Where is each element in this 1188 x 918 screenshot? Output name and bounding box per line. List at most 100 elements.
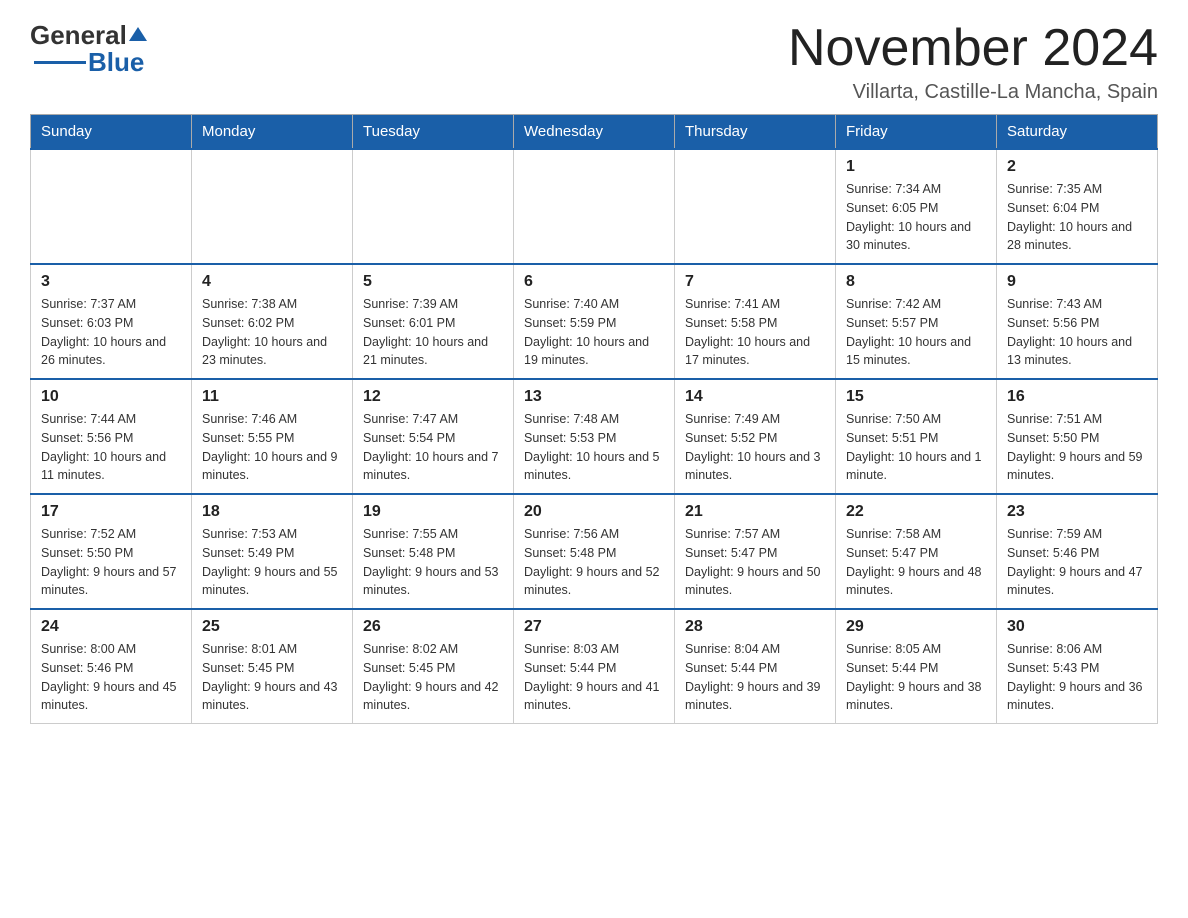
calendar-header-sunday: Sunday [31, 115, 192, 150]
day-info: Sunrise: 7:43 AM Sunset: 5:56 PM Dayligh… [1007, 295, 1147, 370]
calendar-cell: 29Sunrise: 8:05 AM Sunset: 5:44 PM Dayli… [836, 609, 997, 724]
day-number: 10 [41, 388, 181, 406]
calendar-cell: 16 Sunrise: 7:51 AM Sunset: 5:50 PM Dayli… [997, 379, 1158, 494]
calendar-cell: 25 Sunrise: 8:01 AM Sunset: 5:45 PM Dayli… [192, 609, 353, 724]
day-info: Sunrise: 8:06 AM Sunset: 5:43 PM Dayligh… [1007, 640, 1147, 715]
calendar-cell: 5Sunrise: 7:39 AM Sunset: 6:01 PM Daylig… [353, 264, 514, 379]
day-number: 30 [1007, 618, 1147, 636]
day-info: Sunrise: 8:00 AM Sunset: 5:46 PM Dayligh… [41, 640, 181, 715]
calendar-cell: 24 Sunrise: 8:00 AM Sunset: 5:46 PM Dayli… [31, 609, 192, 724]
calendar-cell: 14 Sunrise: 7:49 AM Sunset: 5:52 PM Dayli… [675, 379, 836, 494]
calendar-cell: 30 Sunrise: 8:06 AM Sunset: 5:43 PM Dayli… [997, 609, 1158, 724]
calendar-header-friday: Friday [836, 115, 997, 150]
calendar-table: SundayMondayTuesdayWednesdayThursdayFrid… [30, 114, 1158, 724]
week-row-1: 1Sunrise: 7:34 AM Sunset: 6:05 PM Daylig… [31, 149, 1158, 264]
subtitle: Villarta, Castille-La Mancha, Spain [788, 81, 1158, 104]
day-number: 11 [202, 388, 342, 406]
calendar-cell: 10Sunrise: 7:44 AM Sunset: 5:56 PM Dayli… [31, 379, 192, 494]
day-number: 29 [846, 618, 986, 636]
day-number: 17 [41, 503, 181, 521]
day-number: 4 [202, 273, 342, 291]
day-info: Sunrise: 7:53 AM Sunset: 5:49 PM Dayligh… [202, 525, 342, 600]
logo-blue-text: Blue [88, 47, 144, 78]
day-number: 14 [685, 388, 825, 406]
day-info: Sunrise: 7:52 AM Sunset: 5:50 PM Dayligh… [41, 525, 181, 600]
day-number: 23 [1007, 503, 1147, 521]
day-info: Sunrise: 7:56 AM Sunset: 5:48 PM Dayligh… [524, 525, 664, 600]
calendar-cell [192, 149, 353, 264]
day-number: 22 [846, 503, 986, 521]
day-info: Sunrise: 7:46 AM Sunset: 5:55 PM Dayligh… [202, 410, 342, 485]
day-number: 2 [1007, 158, 1147, 176]
calendar-header-monday: Monday [192, 115, 353, 150]
day-number: 3 [41, 273, 181, 291]
calendar-header-tuesday: Tuesday [353, 115, 514, 150]
calendar-cell: 22 Sunrise: 7:58 AM Sunset: 5:47 PM Dayli… [836, 494, 997, 609]
day-number: 12 [363, 388, 503, 406]
calendar-cell [31, 149, 192, 264]
main-title: November 2024 [788, 20, 1158, 77]
day-number: 20 [524, 503, 664, 521]
week-row-3: 10Sunrise: 7:44 AM Sunset: 5:56 PM Dayli… [31, 379, 1158, 494]
day-number: 13 [524, 388, 664, 406]
day-number: 8 [846, 273, 986, 291]
calendar-cell: 17 Sunrise: 7:52 AM Sunset: 5:50 PM Dayli… [31, 494, 192, 609]
day-info: Sunrise: 7:38 AM Sunset: 6:02 PM Dayligh… [202, 295, 342, 370]
day-number: 24 [41, 618, 181, 636]
day-number: 26 [363, 618, 503, 636]
day-number: 27 [524, 618, 664, 636]
week-row-5: 24 Sunrise: 8:00 AM Sunset: 5:46 PM Dayli… [31, 609, 1158, 724]
calendar-cell: 19 Sunrise: 7:55 AM Sunset: 5:48 PM Dayli… [353, 494, 514, 609]
day-number: 25 [202, 618, 342, 636]
week-row-4: 17 Sunrise: 7:52 AM Sunset: 5:50 PM Dayli… [31, 494, 1158, 609]
calendar-cell: 15 Sunrise: 7:50 AM Sunset: 5:51 PM Dayli… [836, 379, 997, 494]
day-number: 19 [363, 503, 503, 521]
calendar-cell: 23Sunrise: 7:59 AM Sunset: 5:46 PM Dayli… [997, 494, 1158, 609]
week-row-2: 3 Sunrise: 7:37 AM Sunset: 6:03 PM Daylig… [31, 264, 1158, 379]
day-number: 15 [846, 388, 986, 406]
day-number: 7 [685, 273, 825, 291]
calendar-cell [675, 149, 836, 264]
calendar-cell: 4 Sunrise: 7:38 AM Sunset: 6:02 PM Daylig… [192, 264, 353, 379]
calendar-cell: 7 Sunrise: 7:41 AM Sunset: 5:58 PM Daylig… [675, 264, 836, 379]
logo: General Blue [30, 20, 149, 78]
day-info: Sunrise: 7:40 AM Sunset: 5:59 PM Dayligh… [524, 295, 664, 370]
day-info: Sunrise: 7:57 AM Sunset: 5:47 PM Dayligh… [685, 525, 825, 600]
day-number: 21 [685, 503, 825, 521]
calendar-cell: 13Sunrise: 7:48 AM Sunset: 5:53 PM Dayli… [514, 379, 675, 494]
logo-triangle-icon [127, 23, 149, 45]
day-number: 18 [202, 503, 342, 521]
day-info: Sunrise: 7:51 AM Sunset: 5:50 PM Dayligh… [1007, 410, 1147, 485]
calendar-cell: 2Sunrise: 7:35 AM Sunset: 6:04 PM Daylig… [997, 149, 1158, 264]
calendar-cell: 26 Sunrise: 8:02 AM Sunset: 5:45 PM Dayli… [353, 609, 514, 724]
day-info: Sunrise: 7:55 AM Sunset: 5:48 PM Dayligh… [363, 525, 503, 600]
day-info: Sunrise: 7:58 AM Sunset: 5:47 PM Dayligh… [846, 525, 986, 600]
day-info: Sunrise: 7:47 AM Sunset: 5:54 PM Dayligh… [363, 410, 503, 485]
day-info: Sunrise: 8:01 AM Sunset: 5:45 PM Dayligh… [202, 640, 342, 715]
day-number: 6 [524, 273, 664, 291]
day-info: Sunrise: 7:50 AM Sunset: 5:51 PM Dayligh… [846, 410, 986, 485]
calendar-cell: 18 Sunrise: 7:53 AM Sunset: 5:49 PM Dayli… [192, 494, 353, 609]
calendar-header-thursday: Thursday [675, 115, 836, 150]
day-number: 9 [1007, 273, 1147, 291]
day-number: 16 [1007, 388, 1147, 406]
calendar-cell: 28Sunrise: 8:04 AM Sunset: 5:44 PM Dayli… [675, 609, 836, 724]
day-info: Sunrise: 7:37 AM Sunset: 6:03 PM Dayligh… [41, 295, 181, 370]
day-info: Sunrise: 7:49 AM Sunset: 5:52 PM Dayligh… [685, 410, 825, 485]
calendar-cell: 1Sunrise: 7:34 AM Sunset: 6:05 PM Daylig… [836, 149, 997, 264]
calendar-cell: 11 Sunrise: 7:46 AM Sunset: 5:55 PM Dayli… [192, 379, 353, 494]
calendar-header-row: SundayMondayTuesdayWednesdayThursdayFrid… [31, 115, 1158, 150]
calendar-header-wednesday: Wednesday [514, 115, 675, 150]
day-info: Sunrise: 7:41 AM Sunset: 5:58 PM Dayligh… [685, 295, 825, 370]
calendar-header-saturday: Saturday [997, 115, 1158, 150]
title-block: November 2024 Villarta, Castille-La Manc… [788, 20, 1158, 104]
calendar-cell: 12 Sunrise: 7:47 AM Sunset: 5:54 PM Dayli… [353, 379, 514, 494]
day-info: Sunrise: 8:02 AM Sunset: 5:45 PM Dayligh… [363, 640, 503, 715]
day-info: Sunrise: 7:42 AM Sunset: 5:57 PM Dayligh… [846, 295, 986, 370]
calendar-cell: 3 Sunrise: 7:37 AM Sunset: 6:03 PM Daylig… [31, 264, 192, 379]
calendar-cell: 20 Sunrise: 7:56 AM Sunset: 5:48 PM Dayli… [514, 494, 675, 609]
calendar-cell: 27Sunrise: 8:03 AM Sunset: 5:44 PM Dayli… [514, 609, 675, 724]
day-info: Sunrise: 7:34 AM Sunset: 6:05 PM Dayligh… [846, 180, 986, 255]
day-info: Sunrise: 7:39 AM Sunset: 6:01 PM Dayligh… [363, 295, 503, 370]
calendar-cell: 21 Sunrise: 7:57 AM Sunset: 5:47 PM Dayli… [675, 494, 836, 609]
